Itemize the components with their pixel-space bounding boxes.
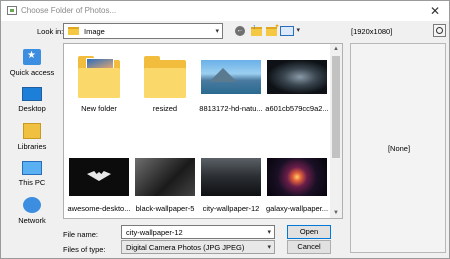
file-name: New folder — [81, 104, 117, 113]
image-thumbnail — [69, 158, 129, 196]
image-thumbnail — [201, 158, 261, 196]
preview-empty-text: [None] — [387, 144, 411, 153]
preview-pane: [None] — [350, 43, 446, 253]
file-thumbnail — [135, 52, 195, 100]
app-icon — [7, 6, 17, 15]
file-name: awesome-deskto... — [67, 204, 131, 213]
folder-icon — [144, 56, 186, 98]
image-thumbnail — [267, 158, 327, 196]
chevron-down-icon: ▾ — [267, 244, 271, 251]
cancel-button[interactable]: Cancel — [287, 240, 331, 254]
place-quick-access[interactable]: Quick access — [5, 49, 59, 77]
file-name-label: File name: — [63, 230, 99, 239]
libraries-icon — [23, 123, 41, 139]
title-bar: Choose Folder of Photos... ✕ — [1, 1, 449, 21]
file-list[interactable]: New folder resized 8813172-hd-natu... a6… — [63, 43, 343, 219]
window-title: Choose Folder of Photos... — [21, 6, 117, 15]
place-label: This PC — [18, 178, 46, 187]
vertical-scrollbar[interactable]: ▲ ▼ — [330, 44, 342, 218]
file-name: resized — [152, 104, 178, 113]
dialog-window: Choose Folder of Photos... ✕ Look in: Im… — [0, 0, 450, 259]
file-name-value: city-wallpaper-12 — [126, 228, 183, 237]
file-item-image[interactable]: 8813172-hd-natu... — [198, 52, 264, 113]
file-name: a601cb579cc9a2... — [265, 104, 329, 113]
preview-zoom-icon[interactable] — [433, 24, 446, 37]
scroll-down-icon[interactable]: ▼ — [330, 208, 342, 218]
file-item-resized[interactable]: resized — [132, 52, 198, 113]
view-menu-button[interactable] — [280, 24, 300, 38]
file-item-image[interactable]: awesome-deskto... — [66, 152, 132, 213]
file-item-image[interactable]: black-wallpaper-5 — [132, 152, 198, 213]
view-menu-icon — [280, 26, 300, 36]
file-thumbnail — [201, 52, 261, 100]
file-name: black-wallpaper-5 — [135, 204, 195, 213]
place-desktop[interactable]: Desktop — [5, 87, 59, 113]
network-icon — [23, 197, 41, 213]
file-name: city-wallpaper-12 — [202, 204, 260, 213]
place-libraries[interactable]: Libraries — [5, 123, 59, 151]
file-name: galaxy-wallpaper... — [265, 204, 329, 213]
place-label: Quick access — [9, 68, 55, 77]
file-item-new-folder[interactable]: New folder — [66, 52, 132, 113]
new-folder-button[interactable] — [264, 23, 280, 38]
place-network[interactable]: Network — [5, 197, 59, 225]
file-thumbnail — [201, 152, 261, 200]
chevron-down-icon: ▾ — [215, 28, 219, 35]
file-type-select[interactable]: Digital Camera Photos (JPG JPEG) ▾ — [121, 240, 275, 254]
look-in-label: Look in: — [37, 27, 64, 36]
back-arrow-icon: ← — [235, 26, 245, 36]
new-folder-icon — [265, 23, 280, 36]
up-folder-icon — [250, 24, 262, 36]
quick-access-icon — [23, 49, 41, 65]
image-thumbnail — [135, 158, 195, 196]
file-thumbnail — [69, 152, 129, 200]
look-in-value: Image — [84, 27, 105, 36]
desktop-icon — [22, 87, 42, 101]
scroll-thumb[interactable] — [332, 56, 340, 158]
file-item-image[interactable]: city-wallpaper-12 — [198, 152, 264, 213]
places-bar: Quick access Desktop Libraries This PC N… — [5, 43, 59, 233]
place-label: Libraries — [17, 142, 47, 151]
place-label: Network — [18, 216, 46, 225]
look-in-combo[interactable]: Image ▾ — [63, 23, 223, 39]
folder-icon — [78, 56, 120, 98]
file-item-image[interactable]: galaxy-wallpaper... — [264, 152, 330, 213]
scroll-up-icon[interactable]: ▲ — [330, 44, 342, 54]
file-name-input[interactable]: city-wallpaper-12 ▾ — [121, 225, 275, 239]
file-thumbnail — [267, 152, 327, 200]
file-type-label: Files of type: — [63, 245, 106, 254]
file-thumbnail — [135, 152, 195, 200]
file-thumbnail — [69, 52, 129, 100]
file-type-value: Digital Camera Photos (JPG JPEG) — [126, 243, 245, 252]
image-thumbnail — [201, 60, 261, 94]
file-thumbnail — [267, 52, 327, 100]
place-this-pc[interactable]: This PC — [5, 161, 59, 187]
close-icon[interactable]: ✕ — [421, 1, 449, 21]
file-item-image[interactable]: a601cb579cc9a2... — [264, 52, 330, 113]
folder-icon — [68, 27, 79, 35]
this-pc-icon — [22, 161, 42, 175]
back-button[interactable]: ← — [233, 24, 247, 38]
preview-dimensions: [1920x1080] — [351, 27, 393, 36]
image-thumbnail — [267, 60, 327, 94]
place-label: Desktop — [18, 104, 46, 113]
file-name: 8813172-hd-natu... — [199, 104, 263, 113]
chevron-down-icon[interactable]: ▾ — [267, 228, 271, 236]
up-folder-button[interactable] — [249, 24, 263, 38]
open-button[interactable]: Open — [287, 225, 331, 239]
